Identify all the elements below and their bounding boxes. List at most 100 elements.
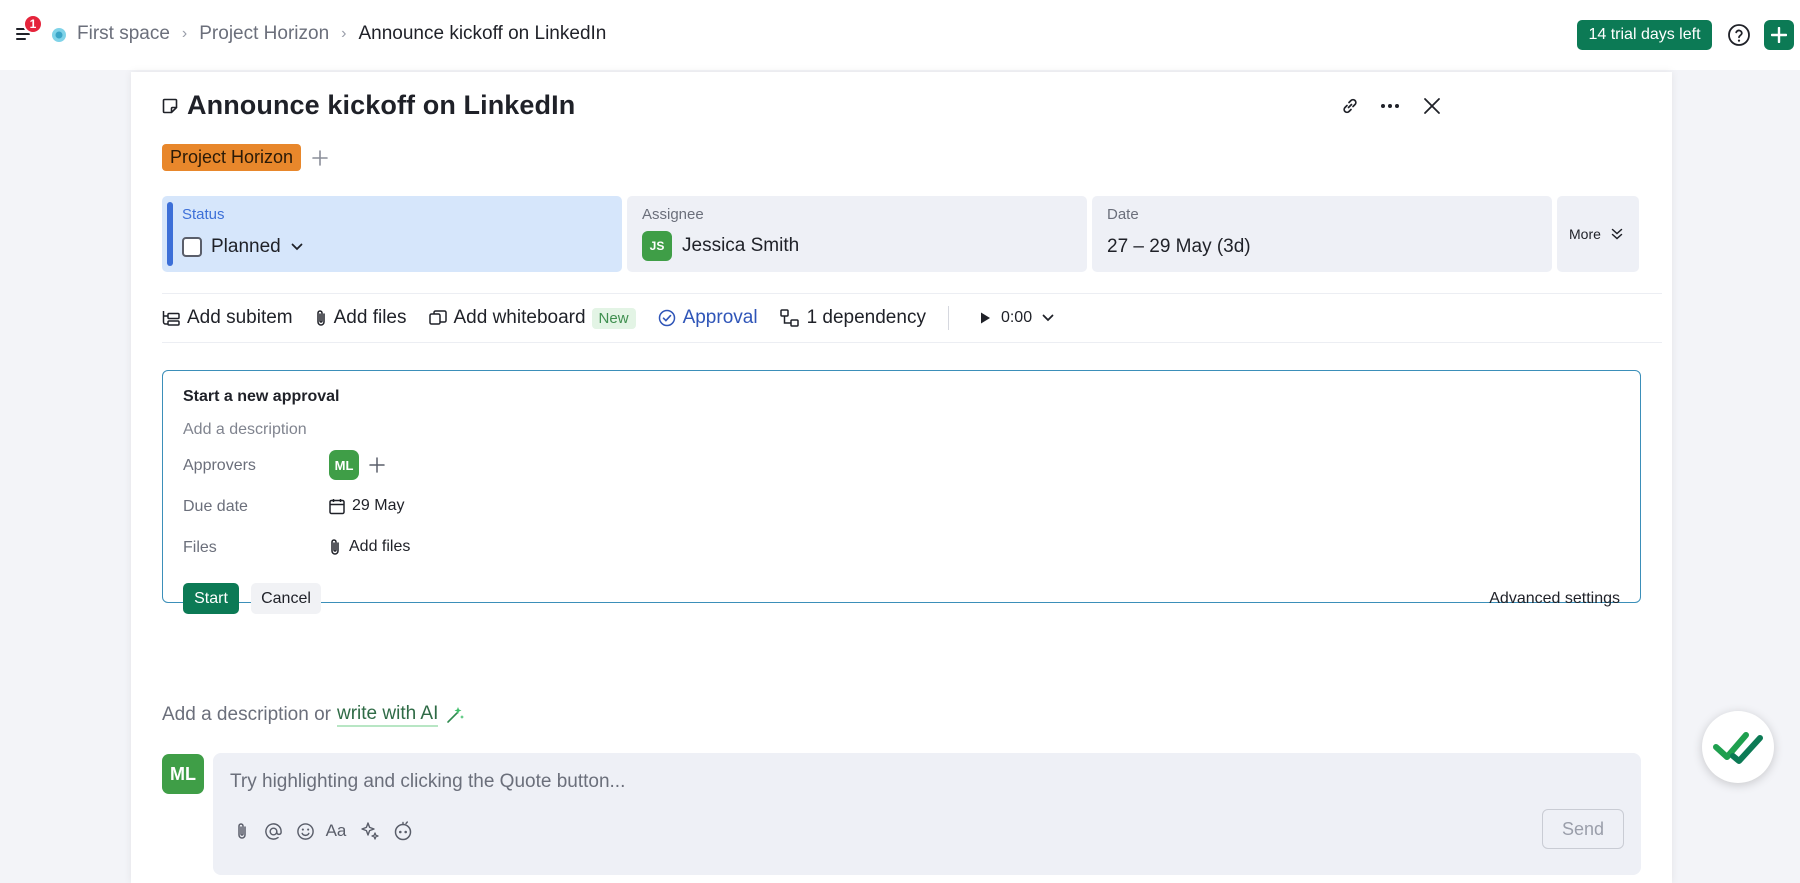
- due-date-value[interactable]: 29 May: [329, 497, 404, 515]
- breadcrumb-first-space[interactable]: First space: [77, 23, 170, 45]
- chevron-right-icon: ›: [341, 25, 347, 42]
- approval-check-icon: [658, 309, 675, 327]
- add-whiteboard-button[interactable]: Add whiteboard New: [428, 307, 636, 329]
- add-files-label: Add files: [333, 307, 407, 328]
- add-tag-icon[interactable]: [309, 147, 331, 169]
- whiteboard-icon: [428, 310, 447, 325]
- notification-badge[interactable]: 1: [23, 14, 43, 34]
- add-whiteboard-label: Add whiteboard: [453, 307, 586, 328]
- approvers-label: Approvers: [183, 457, 256, 474]
- global-add-button[interactable]: [1764, 20, 1794, 50]
- date-label: Date: [1107, 206, 1139, 223]
- approval-form: Start a new approval Add a description A…: [162, 370, 1641, 614]
- chevron-right-icon: ›: [181, 25, 188, 42]
- plus-icon: [1771, 27, 1787, 43]
- more-label: More: [1569, 226, 1623, 242]
- assignee-field[interactable]: Assignee JS Jessica Smith: [627, 196, 1087, 272]
- divider-bottom: [162, 342, 1662, 343]
- trial-days-button[interactable]: 14 trial days left: [1577, 20, 1712, 50]
- task-description[interactable]: Add a description or write with AI: [162, 703, 466, 727]
- timer-value: 0:00: [1000, 309, 1033, 326]
- files-label: Files: [183, 539, 217, 556]
- send-comment-button[interactable]: Send: [1542, 809, 1624, 849]
- task-fields: Status Planned Assignee JS Jessica Smith…: [162, 196, 1639, 272]
- breadcrumb-current: Announce kickoff on LinkedIn: [358, 23, 607, 44]
- double-check-icon: [1713, 732, 1763, 764]
- attach-icon[interactable]: [230, 819, 254, 843]
- title-row: Announce kickoff on LinkedIn: [161, 90, 575, 121]
- comment-input[interactable]: [230, 771, 1530, 793]
- top-bar: 1 First space › Project Horizon › Announ…: [0, 0, 1800, 70]
- floating-check-button[interactable]: [1702, 711, 1774, 783]
- time-tracker[interactable]: 0:00: [969, 309, 1054, 327]
- description-prefix: Add a description or: [162, 704, 331, 725]
- chevron-down-icon: [291, 243, 303, 251]
- cancel-approval-button[interactable]: Cancel: [251, 583, 321, 614]
- new-badge: New: [591, 307, 636, 329]
- task-icon: [162, 98, 178, 113]
- approval-label: Approval: [682, 307, 758, 328]
- add-subitem-label: Add subitem: [187, 307, 293, 328]
- approval-add-files[interactable]: Add files: [329, 538, 410, 556]
- add-subitem-button[interactable]: Add subitem: [162, 307, 293, 329]
- write-with-ai-link[interactable]: write with AI: [337, 703, 439, 727]
- dependency-label: 1 dependency: [806, 307, 926, 328]
- approver-avatar[interactable]: ML: [329, 450, 359, 480]
- breadcrumb: First space › Project Horizon › Announce…: [77, 23, 606, 45]
- status-value[interactable]: Planned: [182, 236, 303, 258]
- help-icon[interactable]: [1727, 23, 1751, 47]
- advanced-settings-link[interactable]: Advanced settings: [1489, 590, 1620, 608]
- dependency-button[interactable]: 1 dependency: [779, 307, 926, 329]
- ai-sparkle-icon[interactable]: [444, 704, 466, 726]
- emoji-icon[interactable]: [293, 819, 317, 843]
- add-approver-icon[interactable]: [367, 455, 387, 475]
- due-date-label: Due date: [183, 498, 248, 515]
- assignee-value: JS Jessica Smith: [642, 231, 799, 261]
- paperclip-icon: [316, 310, 325, 326]
- paperclip-icon: [331, 539, 339, 555]
- subitem-icon: [162, 311, 180, 326]
- assignee-name: Jessica Smith: [682, 235, 800, 256]
- text-format-icon[interactable]: Aa: [324, 819, 348, 843]
- approval-description-input[interactable]: Add a description: [183, 421, 307, 439]
- task-detail-panel: Announce kickoff on LinkedIn Project Hor…: [131, 72, 1672, 883]
- dependency-icon: [779, 309, 799, 327]
- approval-button[interactable]: Approval: [658, 307, 758, 329]
- mention-icon[interactable]: [261, 819, 285, 843]
- approval-add-files-label: Add files: [349, 538, 411, 555]
- task-toolbar: Add subitem Add files Add whiteboard New…: [162, 301, 1054, 335]
- status-checkbox[interactable]: [182, 237, 202, 257]
- approval-form-title: Start a new approval: [183, 388, 340, 405]
- bot-icon[interactable]: [391, 819, 415, 843]
- task-title[interactable]: Announce kickoff on LinkedIn: [187, 90, 575, 121]
- link-icon[interactable]: [1338, 94, 1362, 118]
- play-icon[interactable]: [979, 311, 991, 325]
- divider-top: [162, 293, 1662, 294]
- space-icon: [52, 28, 66, 42]
- avatar: JS: [642, 231, 672, 261]
- comment-composer: Aa Send: [213, 753, 1641, 875]
- assignee-label: Assignee: [642, 206, 704, 223]
- date-value: 27 – 29 May (3d): [1107, 236, 1251, 257]
- start-approval-button[interactable]: Start: [183, 583, 239, 614]
- toolbar-separator: [947, 306, 949, 330]
- close-icon[interactable]: [1420, 94, 1444, 118]
- calendar-icon: [329, 498, 345, 514]
- comment-user-avatar: ML: [162, 754, 204, 794]
- date-field[interactable]: Date 27 – 29 May (3d): [1092, 196, 1552, 272]
- project-tag[interactable]: Project Horizon: [162, 144, 302, 171]
- status-text: Planned: [211, 236, 281, 257]
- approvers-value: ML: [329, 450, 387, 480]
- ai-assist-icon[interactable]: [358, 819, 382, 843]
- more-text: More: [1569, 226, 1601, 242]
- tag-row: Project Horizon: [162, 144, 331, 171]
- status-label: Status: [182, 206, 225, 223]
- chevron-down-icon[interactable]: [1042, 314, 1054, 322]
- status-field[interactable]: Status Planned: [162, 196, 622, 272]
- add-files-button[interactable]: Add files: [315, 307, 407, 329]
- breadcrumb-project[interactable]: Project Horizon: [199, 23, 329, 45]
- more-fields-button[interactable]: More: [1557, 196, 1639, 272]
- due-date-text: 29 May: [352, 497, 405, 514]
- more-options-icon[interactable]: [1378, 94, 1402, 118]
- double-chevron-down-icon: [1611, 228, 1623, 240]
